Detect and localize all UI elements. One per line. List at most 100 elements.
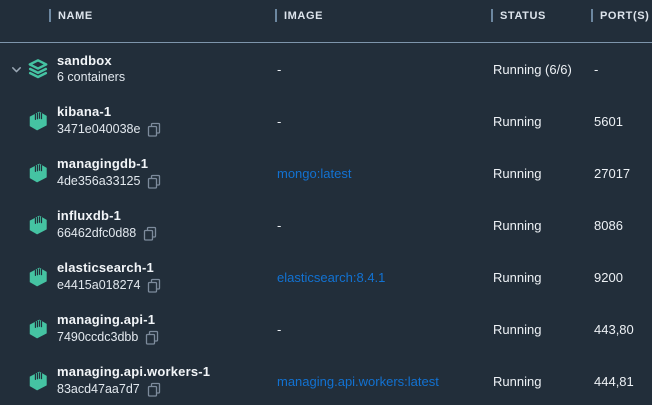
copy-icon [143,226,157,241]
image-value: - [277,114,281,129]
container-subtext: e4415a018274 [57,279,140,292]
ports-cell: 9200 [585,270,652,285]
container-name: managing.api-1 [57,313,159,326]
column-header-status-label: STATUS [500,10,546,22]
image-cell: - [268,322,485,337]
ports-value: 444,81 [594,374,634,389]
copy-button[interactable] [147,382,161,397]
container-name: managingdb-1 [57,157,161,170]
status-cell: Running [485,374,585,389]
name-cell: kibana-1 3471e040038e [0,105,268,137]
container-subtext: 83acd47aa7d7 [57,383,140,396]
image-value: - [277,62,281,77]
ports-cell: 444,81 [585,374,652,389]
status-value: Running [493,322,541,337]
ports-value: 9200 [594,270,623,285]
ports-cell: 27017 [585,166,652,181]
image-value: - [277,322,281,337]
expand-chevron-slot[interactable] [10,63,27,76]
container-name: elasticsearch-1 [57,261,161,274]
ports-cell: 8086 [585,218,652,233]
status-value: Running [493,270,541,285]
name-cell: managing.api.workers-1 83acd47aa7d7 [0,365,268,397]
status-cell: Running [485,166,585,181]
image-cell: - [268,62,485,77]
row-icon-slot [27,370,49,392]
copy-button[interactable] [147,122,161,137]
status-value: Running (6/6) [493,62,572,77]
container-subtext: 6 containers [57,71,125,84]
table-row-elasticsearch-1[interactable]: elasticsearch-1 e4415a018274 elasticsear… [0,251,652,303]
status-value: Running [493,218,541,233]
row-icon-slot [27,58,49,80]
container-icon [27,162,49,184]
column-header-image: IMAGE [268,0,485,22]
row-icon-slot [27,162,49,184]
column-divider [491,9,493,22]
copy-icon [147,174,161,189]
table-row-sandbox[interactable]: sandbox 6 containers - Running (6/6) - [0,43,652,95]
image-cell: managing.api.workers:latest [268,374,485,389]
status-cell: Running (6/6) [485,62,585,77]
status-cell: Running [485,322,585,337]
copy-icon [145,330,159,345]
container-icon [27,110,49,132]
status-cell: Running [485,114,585,129]
ports-cell: 443,80 [585,322,652,337]
image-link[interactable]: managing.api.workers:latest [277,374,439,389]
column-divider [49,9,51,22]
row-icon-slot [27,266,49,288]
table-row-managingdb-1[interactable]: managingdb-1 4de356a33125 mongo:latest R… [0,147,652,199]
table-row-managing.api.workers-1[interactable]: managing.api.workers-1 83acd47aa7d7 mana… [0,355,652,405]
column-divider [591,9,593,22]
column-divider [275,9,277,22]
table-row-influxdb-1[interactable]: influxdb-1 66462dfc0d88 - Running 8086 [0,199,652,251]
containers-table: NAME IMAGE STATUS PORT(S) sandbox [0,0,652,405]
name-cell: elasticsearch-1 e4415a018274 [0,261,268,293]
image-value: - [277,218,281,233]
ports-value: 8086 [594,218,623,233]
ports-value: 27017 [594,166,630,181]
container-name: influxdb-1 [57,209,157,222]
container-name: kibana-1 [57,105,161,118]
container-icon [27,318,49,340]
container-subtext: 66462dfc0d88 [57,227,136,240]
image-cell: mongo:latest [268,166,485,181]
stack-icon [27,58,49,80]
column-header-status: STATUS [485,0,585,22]
copy-button[interactable] [147,174,161,189]
copy-icon [147,122,161,137]
container-icon [27,214,49,236]
row-icon-slot [27,110,49,132]
image-link[interactable]: elasticsearch:8.4.1 [277,270,385,285]
ports-cell: 5601 [585,114,652,129]
container-name: sandbox [57,54,125,67]
status-value: Running [493,166,541,181]
column-header-ports-label: PORT(S) [600,10,649,22]
container-icon [27,266,49,288]
container-subtext: 4de356a33125 [57,175,140,188]
ports-value: - [594,62,598,77]
ports-value: 5601 [594,114,623,129]
table-header: NAME IMAGE STATUS PORT(S) [0,0,652,43]
status-cell: Running [485,218,585,233]
copy-button[interactable] [147,278,161,293]
ports-cell: - [585,62,652,77]
image-cell: elasticsearch:8.4.1 [268,270,485,285]
copy-button[interactable] [145,330,159,345]
container-icon [27,370,49,392]
column-header-name-label: NAME [58,10,93,22]
copy-icon [147,382,161,397]
image-cell: - [268,218,485,233]
name-cell: influxdb-1 66462dfc0d88 [0,209,268,241]
column-header-image-label: IMAGE [284,10,323,22]
image-link[interactable]: mongo:latest [277,166,351,181]
name-cell: managingdb-1 4de356a33125 [0,157,268,189]
copy-button[interactable] [143,226,157,241]
status-value: Running [493,114,541,129]
table-row-kibana-1[interactable]: kibana-1 3471e040038e - Running 5601 [0,95,652,147]
column-header-ports: PORT(S) [585,0,652,22]
table-row-managing.api-1[interactable]: managing.api-1 7490ccdc3dbb - Running 44… [0,303,652,355]
row-icon-slot [27,214,49,236]
chevron-down-icon [10,63,23,76]
